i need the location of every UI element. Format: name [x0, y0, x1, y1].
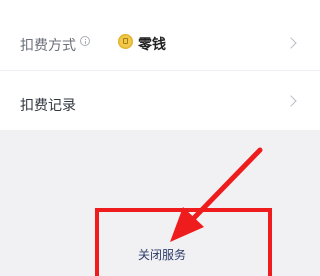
- coin-icon: [118, 34, 133, 49]
- payment-method-label: 扣费方式: [20, 38, 76, 54]
- payment-method-row[interactable]: 扣费方式 零钱: [0, 14, 320, 70]
- row-divider: [0, 70, 320, 71]
- payment-method-value: 零钱: [138, 37, 166, 53]
- chevron-right-icon: [285, 37, 297, 49]
- deduction-records-label: 扣费记录: [20, 98, 76, 114]
- chevron-right-icon: [285, 95, 297, 107]
- annotation-highlight-box: [95, 208, 272, 276]
- page: 扣费方式 零钱 扣费记录 关闭服务: [0, 0, 320, 276]
- info-icon[interactable]: [80, 36, 90, 46]
- settings-card: 扣费方式 零钱 扣费记录: [0, 0, 320, 130]
- deduction-records-row[interactable]: 扣费记录: [0, 74, 320, 130]
